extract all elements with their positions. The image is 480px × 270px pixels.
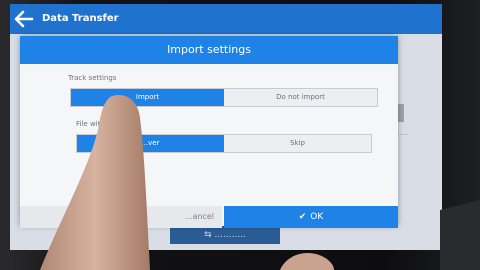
dialog-title: Import settings: [20, 36, 398, 64]
track-settings-selector: Import Do not import: [70, 88, 378, 107]
dialog-footer: ...ancel ✔ OK: [20, 206, 398, 228]
back-arrow-icon[interactable]: [14, 10, 34, 28]
track-do-not-import-option[interactable]: Do not import: [224, 89, 377, 106]
device-screen: Data Transfer ............ ⇆ ...........…: [10, 4, 442, 250]
track-import-option[interactable]: Import: [71, 89, 224, 106]
same-name-selector: ...ver Skip: [76, 134, 372, 153]
cancel-button[interactable]: ...ancel: [20, 206, 222, 228]
ok-label: OK: [310, 212, 324, 222]
same-name-label: File with ... name: [76, 120, 136, 128]
check-icon: ✔: [298, 212, 307, 222]
app-title: Data Transfer: [42, 13, 119, 24]
import-settings-dialog: Import settings Track settings Import Do…: [20, 36, 398, 228]
overwrite-option[interactable]: ...ver: [77, 135, 224, 152]
background-transfer-button: ⇆ ...........: [170, 226, 280, 244]
track-settings-label: Track settings: [68, 74, 117, 82]
ok-button[interactable]: ✔ OK: [224, 206, 398, 228]
skip-option[interactable]: Skip: [224, 135, 371, 152]
app-header: Data Transfer: [10, 4, 442, 34]
